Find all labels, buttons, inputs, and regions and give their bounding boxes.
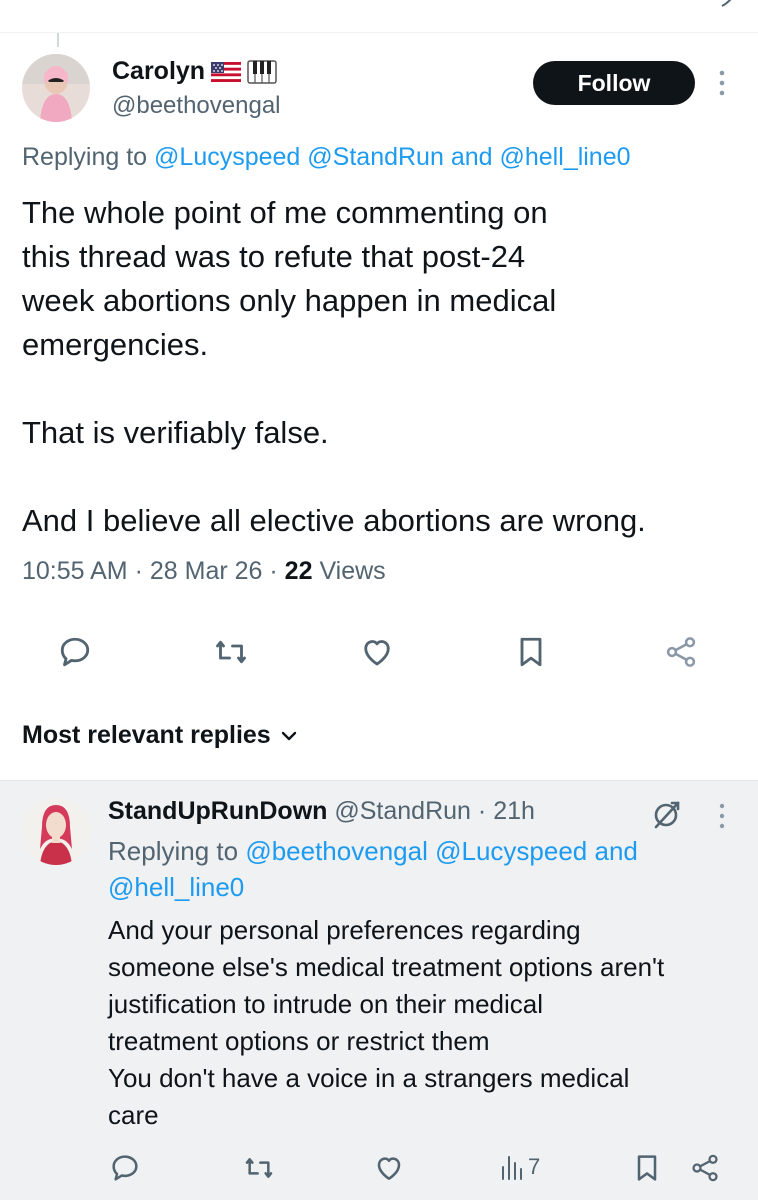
reply-text-line: care: [108, 1100, 159, 1130]
meta-separator: ·: [134, 557, 143, 585]
tweet-actions: [0, 633, 758, 679]
thread-line: [57, 33, 59, 47]
grok-icon[interactable]: [648, 797, 684, 833]
like-icon[interactable]: [370, 1149, 408, 1187]
more-options-icon[interactable]: [713, 65, 731, 101]
chevron-down-icon[interactable]: [279, 726, 299, 746]
mention-link[interactable]: @hell_line0: [108, 872, 244, 902]
partial-icon: [721, 0, 732, 7]
reply-text-line: You don't have a voice in a strangers me…: [108, 1063, 630, 1093]
tweet-meta: 10:55 AM · 28 Mar 26 · 22 Views: [22, 557, 386, 586]
follow-button[interactable]: Follow: [533, 61, 695, 105]
like-icon[interactable]: [358, 633, 396, 671]
reply-actions: 7: [0, 1149, 758, 1189]
tweet-date[interactable]: 28 Mar 26: [150, 557, 263, 585]
bookmark-icon[interactable]: [512, 633, 550, 671]
meta-separator: ·: [269, 557, 278, 585]
mention-link[interactable]: @Lucyspeed: [154, 143, 300, 171]
reply-icon[interactable]: [106, 1149, 144, 1187]
mention-link[interactable]: @StandRun: [307, 143, 444, 171]
reply-text-line: someone else's medical treatment options…: [108, 952, 665, 982]
mention-link[interactable]: @Lucyspeed: [435, 836, 587, 866]
share-icon[interactable]: [662, 633, 700, 671]
reply-text-line: justification to intrude on their medica…: [108, 989, 544, 1019]
replying-prefix: Replying to: [108, 836, 239, 866]
reply-header: StandUpRunDown @StandRun · 21h: [108, 797, 535, 826]
display-name[interactable]: Carolyn: [112, 57, 205, 86]
retweet-icon[interactable]: [212, 633, 250, 671]
tweet-text: The whole point of me commenting on this…: [22, 191, 737, 543]
tweet-paragraph: The whole point of me commenting on this…: [22, 195, 557, 362]
reply-replying-to-line: Replying to @beethovengal @Lucyspeed and…: [108, 833, 728, 905]
replying-prefix: Replying to: [22, 143, 148, 171]
replies-sort-label[interactable]: Most relevant replies: [22, 721, 271, 750]
more-options-icon[interactable]: [713, 799, 731, 833]
meta-separator: ·: [477, 797, 487, 825]
reply-tweet[interactable]: StandUpRunDown @StandRun · 21h Replying …: [0, 780, 758, 1200]
reply-icon[interactable]: [56, 633, 94, 671]
tweet-paragraph: That is verifiably false.: [22, 415, 329, 450]
reply-time[interactable]: 21h: [493, 797, 535, 825]
bookmark-icon[interactable]: [628, 1149, 666, 1187]
reply-display-name[interactable]: StandUpRunDown: [108, 797, 327, 825]
tweet-time[interactable]: 10:55 AM: [22, 557, 128, 585]
replying-to-line: Replying to @Lucyspeed @StandRun and @he…: [22, 143, 631, 172]
reply-avatar-image: [22, 797, 90, 865]
replying-and[interactable]: and: [594, 836, 637, 866]
retweet-icon[interactable]: [240, 1149, 278, 1187]
reply-avatar[interactable]: [22, 797, 90, 865]
reply-text: And your personal preferences regarding …: [108, 912, 748, 1134]
mention-link[interactable]: @hell_line0: [500, 143, 631, 171]
reply-handle[interactable]: @StandRun: [334, 797, 471, 825]
replies-sort-dropdown[interactable]: Most relevant replies: [22, 721, 299, 750]
replying-and[interactable]: and: [451, 143, 493, 171]
author-name-row[interactable]: Carolyn: [112, 57, 277, 86]
avatar-image: [22, 54, 90, 122]
piano-keys-emoji: [247, 59, 277, 84]
analytics-icon[interactable]: [500, 1153, 524, 1181]
avatar[interactable]: [22, 54, 90, 122]
author-handle[interactable]: @beethovengal: [112, 92, 281, 120]
share-icon[interactable]: [686, 1149, 724, 1187]
tweet-paragraph: And I believe all elective abortions are…: [22, 503, 646, 538]
main-tweet: Carolyn @beethovengal Follow Replying to…: [0, 33, 758, 780]
us-flag-emoji: [211, 61, 242, 82]
reply-text-line: And your personal preferences regarding: [108, 915, 581, 945]
top-strip: [0, 0, 758, 33]
views-label[interactable]: Views: [319, 557, 385, 585]
reply-text-line: treatment options or restrict them: [108, 1026, 490, 1056]
reply-views[interactable]: 7: [500, 1153, 540, 1181]
views-count[interactable]: 22: [285, 557, 313, 585]
mention-link[interactable]: @beethovengal: [245, 836, 428, 866]
reply-views-count[interactable]: 7: [528, 1154, 540, 1180]
